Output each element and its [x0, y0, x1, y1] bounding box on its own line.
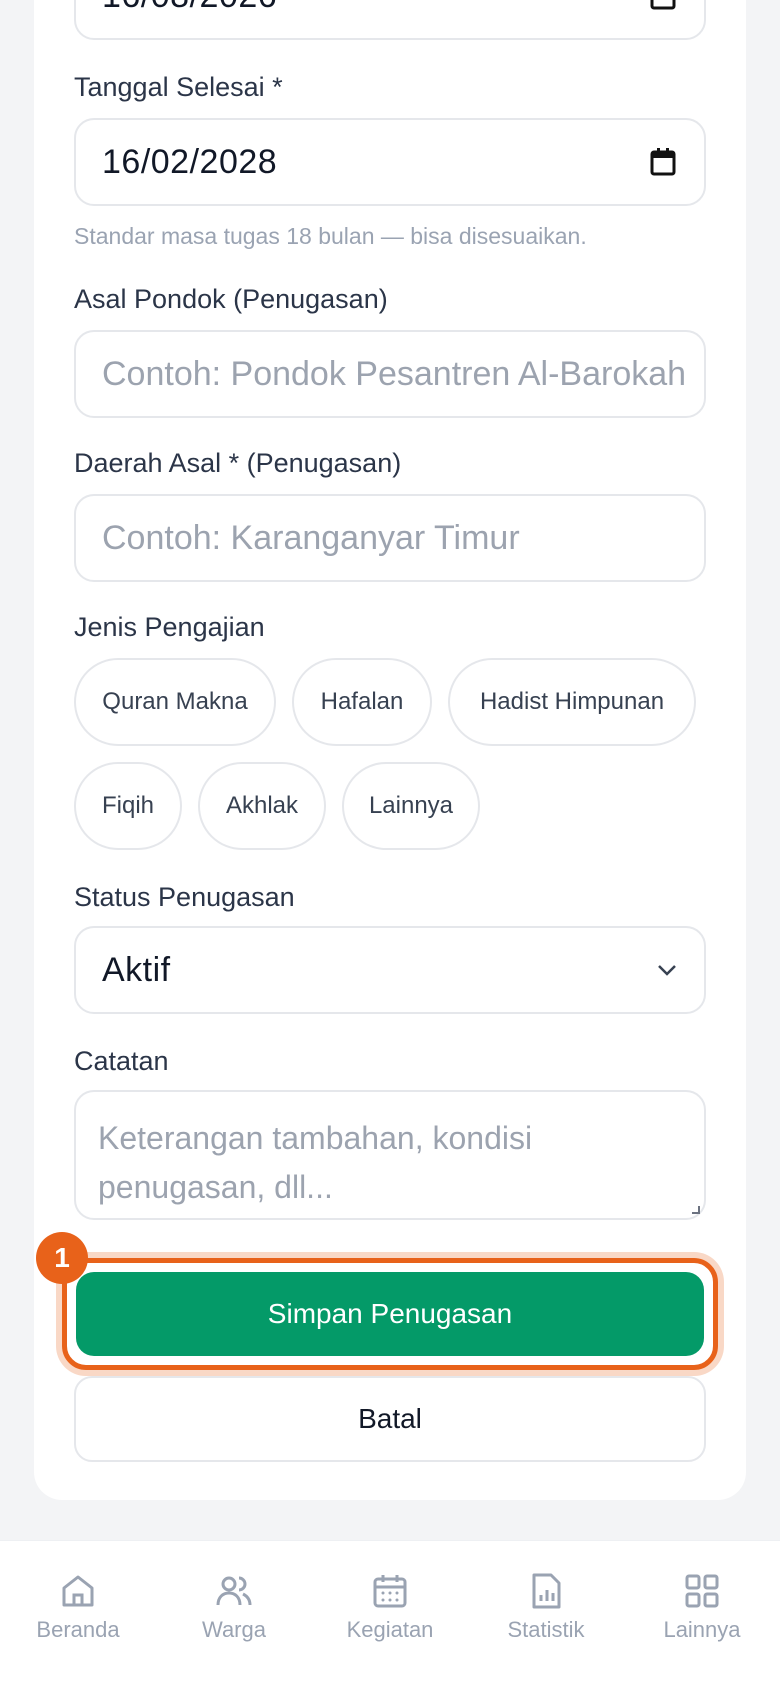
chip-akhlak[interactable]: Akhlak — [198, 762, 326, 850]
nav-label-beranda: Beranda — [36, 1617, 120, 1642]
chip-fiqih[interactable]: Fiqih — [74, 762, 182, 850]
jenis-pengajian-label: Jenis Pengajian — [74, 612, 265, 642]
daerah-asal-placeholder: Contoh: Karanganyar Timur — [102, 518, 520, 557]
nav-label-kegiatan: Kegiatan — [346, 1617, 434, 1642]
status-value: Aktif — [102, 950, 171, 989]
bottom-nav: Beranda Warga Kegiatan Statistik Lainnya — [0, 1540, 780, 1688]
daerah-asal-input[interactable]: Contoh: Karanganyar Timur — [74, 494, 706, 582]
status-label: Status Penugasan — [74, 882, 295, 912]
home-icon — [62, 1575, 94, 1607]
nav-item-warga[interactable]: Warga — [164, 1571, 304, 1643]
chip-lainnya[interactable]: Lainnya — [342, 762, 480, 850]
daerah-asal-label: Daerah Asal * (Penugasan) — [74, 448, 402, 478]
nav-item-lainnya[interactable]: Lainnya — [632, 1571, 772, 1643]
chip-quran-makna[interactable]: Quran Makna — [74, 658, 276, 746]
chip-hadist-himpunan[interactable]: Hadist Himpunan — [448, 658, 696, 746]
users-icon — [216, 1576, 252, 1606]
annotation-badge: 1 — [36, 1232, 88, 1284]
chip-hafalan[interactable]: Hafalan — [292, 658, 432, 746]
start-date-value: 16/08/2026 — [102, 0, 277, 16]
nav-item-kegiatan[interactable]: Kegiatan — [320, 1571, 460, 1643]
catatan-placeholder: Keterangan tambahan, kondisi penugasan, … — [98, 1120, 533, 1205]
grid-icon — [685, 1574, 719, 1608]
asal-pondok-label: Asal Pondok (Penugasan) — [74, 284, 388, 314]
end-date-hint: Standar masa tugas 18 bulan — bisa dises… — [74, 223, 587, 249]
chart-file-icon — [532, 1573, 561, 1609]
nav-label-lainnya: Lainnya — [663, 1617, 741, 1642]
calendar-icon[interactable] — [648, 0, 678, 11]
catatan-textarea[interactable]: Keterangan tambahan, kondisi penugasan, … — [74, 1090, 706, 1220]
end-date-label: Tanggal Selesai * — [74, 72, 283, 102]
nav-item-statistik[interactable]: Statistik — [476, 1571, 616, 1643]
end-date-value: 16/02/2028 — [102, 142, 278, 181]
nav-label-warga: Warga — [202, 1617, 266, 1642]
calendar-icon[interactable] — [648, 147, 678, 177]
asal-pondok-placeholder: Contoh: Pondok Pesantren Al-Barokah — [102, 354, 687, 393]
catatan-label: Catatan — [74, 1046, 169, 1076]
nav-label-statistik: Statistik — [507, 1617, 585, 1642]
nav-item-beranda[interactable]: Beranda — [8, 1571, 148, 1643]
asal-pondok-input[interactable]: Contoh: Pondok Pesantren Al-Barokah — [74, 330, 706, 418]
end-date-input[interactable]: 16/02/2028 — [74, 118, 706, 206]
start-date-input[interactable]: 16/08/2026 — [74, 0, 706, 40]
cancel-button[interactable]: Batal — [74, 1376, 706, 1462]
resize-handle-icon[interactable] — [692, 1206, 700, 1214]
save-button[interactable]: Simpan Penugasan — [76, 1272, 704, 1356]
calendar-icon — [373, 1575, 407, 1608]
status-select[interactable]: Aktif — [74, 926, 706, 1014]
chevron-down-icon — [656, 963, 678, 977]
